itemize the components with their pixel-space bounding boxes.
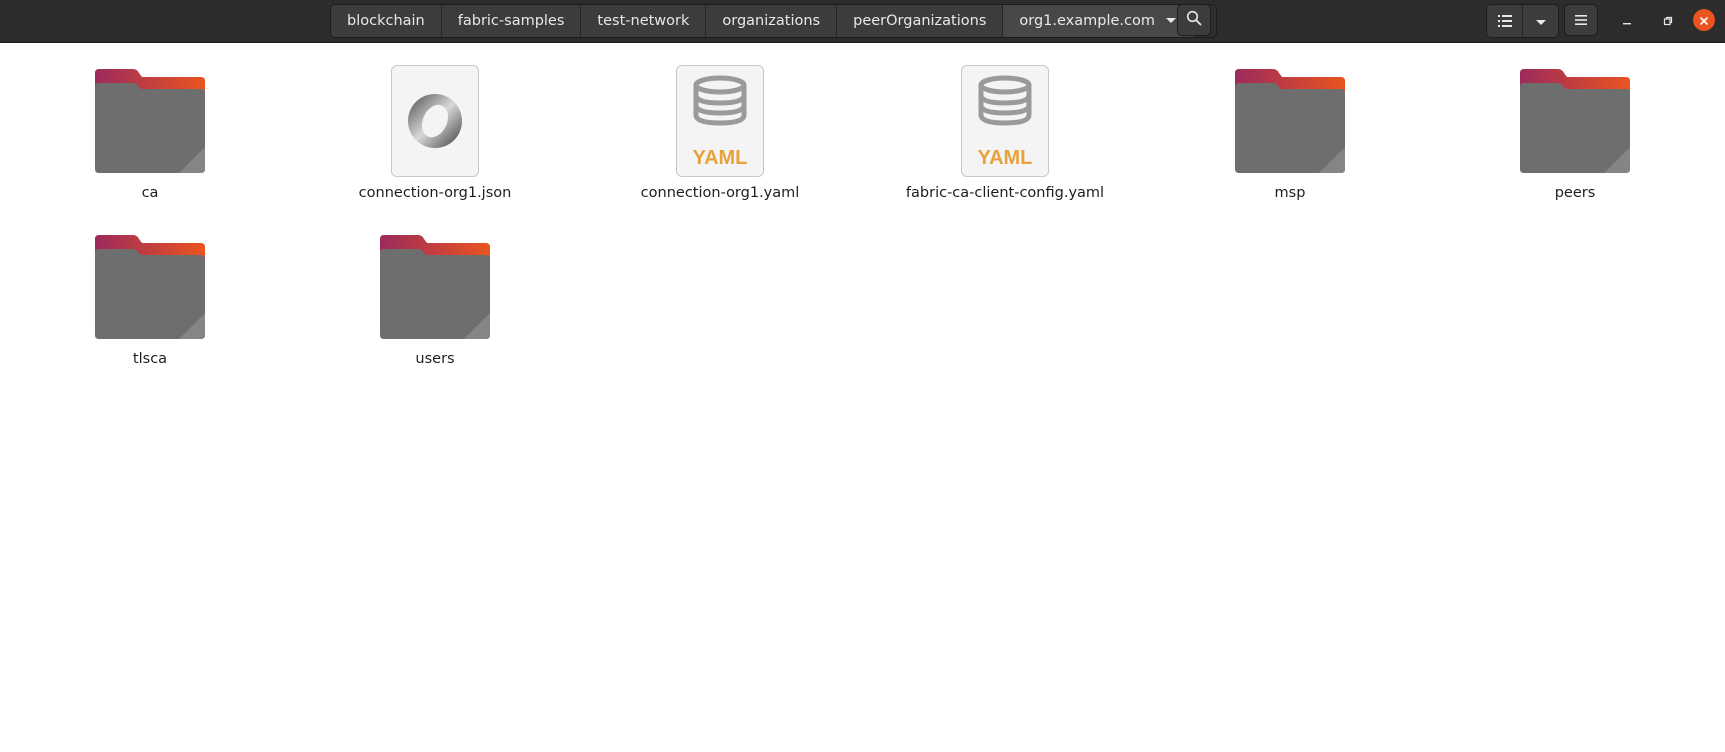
file-name: peers — [1554, 185, 1596, 201]
view-toggle-group — [1486, 4, 1559, 38]
file-item-fabric-ca-client-config-yaml[interactable]: YAML fabric-ca-client-config.yaml — [892, 63, 1118, 229]
minimize-button[interactable] — [1615, 8, 1639, 32]
breadcrumb-organizations[interactable]: organizations — [706, 5, 838, 37]
breadcrumb-test-network[interactable]: test-network — [581, 5, 707, 37]
json-file-icon — [376, 63, 494, 179]
file-item-connection-org1-yaml[interactable]: YAML connection-org1.yaml — [607, 63, 833, 229]
file-name: tlsca — [132, 351, 168, 367]
file-name: ca — [141, 185, 159, 201]
file-item-users[interactable]: users — [322, 229, 548, 395]
breadcrumb-current-label: org1.example.com — [1019, 13, 1155, 29]
restore-icon — [1663, 11, 1673, 30]
file-item-ca[interactable]: ca — [37, 63, 263, 229]
view-options-button[interactable] — [1522, 5, 1558, 37]
path-bar: blockchain fabric-samples test-network o… — [330, 4, 1217, 38]
folder-icon — [91, 229, 209, 345]
folder-icon — [91, 63, 209, 179]
file-item-peers[interactable]: peers — [1462, 63, 1688, 229]
main-menu-button[interactable] — [1564, 4, 1598, 36]
yaml-file-icon: YAML — [946, 63, 1064, 179]
close-button[interactable] — [1693, 9, 1715, 31]
yaml-badge: YAML — [977, 146, 1033, 169]
folder-icon — [376, 229, 494, 345]
file-name: users — [415, 351, 455, 367]
maximize-button[interactable] — [1656, 8, 1680, 32]
breadcrumb-fabric-samples[interactable]: fabric-samples — [441, 5, 582, 37]
breadcrumb-peerorganizations[interactable]: peerOrganizations — [837, 5, 1004, 37]
close-icon — [1699, 11, 1709, 30]
header-bar: blockchain fabric-samples test-network o… — [0, 0, 1725, 43]
folder-icon — [1516, 63, 1634, 179]
yaml-file-icon: YAML — [661, 63, 779, 179]
list-view-icon — [1497, 12, 1512, 31]
icon-grid: ca connection-org1.json YAML connection-org… — [37, 63, 1725, 395]
file-name: connection-org1.yaml — [640, 185, 800, 201]
breadcrumb-blockchain[interactable]: blockchain — [331, 5, 442, 37]
minimize-icon — [1622, 11, 1632, 30]
file-item-msp[interactable]: msp — [1177, 63, 1403, 229]
folder-icon — [1231, 63, 1349, 179]
file-item-tlsca[interactable]: tlsca — [37, 229, 263, 395]
breadcrumb-current-folder[interactable]: org1.example.com — [1003, 5, 1196, 37]
search-button[interactable] — [1177, 4, 1211, 36]
file-name: msp — [1274, 185, 1306, 201]
file-item-connection-org1-json[interactable]: connection-org1.json — [322, 63, 548, 229]
list-view-button[interactable] — [1487, 5, 1522, 37]
chevron-down-icon — [1535, 12, 1547, 31]
file-name: fabric-ca-client-config.yaml — [905, 185, 1105, 201]
file-name: connection-org1.json — [358, 185, 512, 201]
yaml-badge: YAML — [692, 146, 748, 169]
hamburger-menu-icon — [1574, 11, 1588, 30]
search-icon — [1186, 10, 1202, 30]
file-view: ca connection-org1.json YAML connection-org… — [0, 43, 1725, 752]
